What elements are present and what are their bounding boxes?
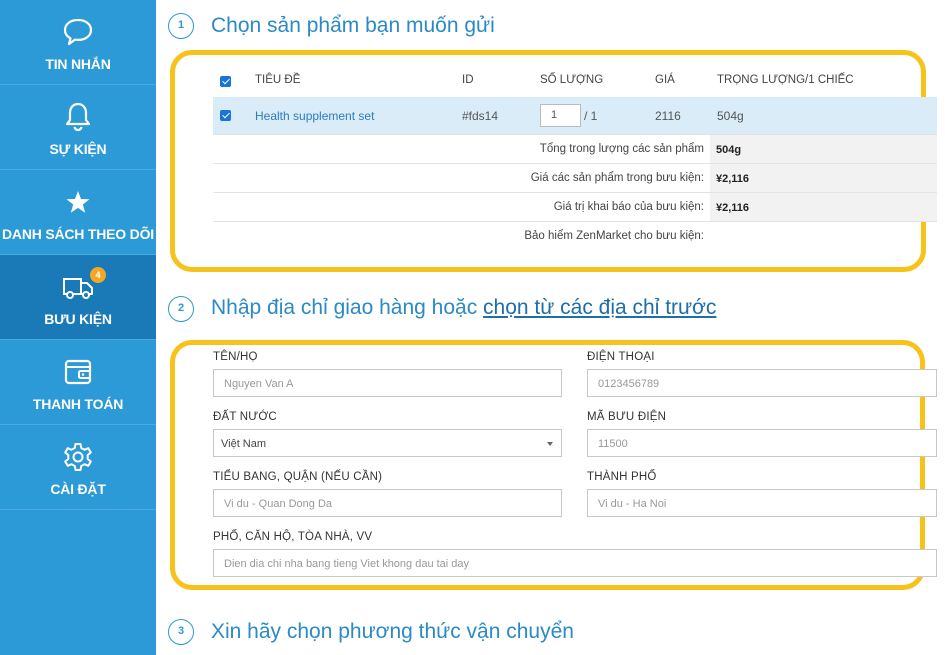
sidebar-item-label: CÀI ĐẶT [50, 481, 106, 497]
step-title-text: Nhập địa chỉ giao hàng hoặc [211, 296, 484, 319]
star-icon [66, 191, 90, 213]
sidebar-item-label: BƯU KIỆN [44, 311, 112, 327]
summary-row: Giá các sản phẩm trong bưu kiện: ¥2,116 [213, 163, 937, 192]
sidebar-item-label: THANH TOÁN [32, 396, 124, 412]
city-input[interactable]: Vi du - Ha Noi [587, 489, 937, 517]
summary-label: Giá các sản phẩm trong bưu kiện: [530, 172, 704, 184]
col-id: ID [462, 74, 474, 86]
row-checkbox[interactable] [220, 110, 231, 121]
sidebar-item-payment[interactable]: THANH TOÁN [0, 340, 156, 425]
select-all-checkbox[interactable] [220, 76, 231, 87]
street-input[interactable]: Dien dia chi nha bang tieng Viet khong d… [213, 549, 937, 577]
wallet-icon [64, 359, 92, 385]
parcel-count-badge: 4 [90, 267, 106, 283]
product-id: #fds14 [462, 109, 499, 123]
summary-value: ¥2,116 [710, 193, 937, 221]
previous-addresses-link[interactable]: chọn từ các địa chỉ trước [483, 296, 716, 319]
sidebar: TIN NHẮN SỰ KIỆN DANH SÁCH THEO DÕI 4 BƯ… [0, 0, 156, 655]
sidebar-item-label: DANH SÁCH THEO DÕI [2, 226, 154, 242]
postal-label: MÃ BƯU ĐIỆN [587, 411, 667, 423]
sidebar-item-label: SỰ KIỆN [49, 141, 107, 157]
product-weight: 504g [717, 109, 744, 123]
col-title: TIÊU ĐỀ [255, 74, 301, 86]
step-number: 3 [168, 619, 194, 645]
sidebar-item-watchlist[interactable]: DANH SÁCH THEO DÕI [0, 170, 156, 255]
bell-icon [65, 102, 91, 132]
summary-label: Giá trị khai báo của bưu kiện: [553, 201, 704, 213]
sidebar-item-settings[interactable]: CÀI ĐẶT [0, 425, 156, 510]
product-title-link[interactable]: Health supplement set [255, 109, 374, 123]
postal-input[interactable]: 11500 [587, 429, 937, 457]
name-label: TÊN/HỌ [213, 351, 258, 363]
state-input[interactable]: Vi du - Quan Dong Da [213, 489, 562, 517]
step-title: Xin hãy chọn phương thức vận chuyển [211, 620, 574, 643]
products-table-header: TIÊU ĐỀ ID SỐ LƯỢNG GIÁ TRỌNG LƯỢNG/1 CH… [213, 68, 937, 96]
summary-value: 504g [710, 135, 937, 163]
step-number: 2 [168, 296, 194, 322]
step-title: Nhập địa chỉ giao hàng hoặc chọn từ các … [211, 296, 716, 320]
chat-bubble-icon [63, 18, 93, 46]
summary-row: Giá trị khai báo của bưu kiện: ¥2,116 [213, 192, 937, 221]
product-price: 2116 [655, 109, 681, 123]
country-value: Việt Nam [221, 438, 267, 450]
col-price: GIÁ [655, 74, 675, 86]
gear-icon [64, 443, 92, 471]
sidebar-item-events[interactable]: SỰ KIỆN [0, 85, 156, 170]
summary-label: Bảo hiểm ZenMarket cho bưu kiện: [524, 230, 704, 242]
quantity-input[interactable]: 1 [540, 104, 581, 127]
summary-row: Bảo hiểm ZenMarket cho bưu kiện: [213, 221, 937, 250]
summary-row: Tổng trong lượng các sản phẩm 504g [213, 134, 937, 163]
quantity-max: / 1 [584, 109, 598, 123]
country-label: ĐẤT NƯỚC [213, 411, 277, 423]
phone-input[interactable]: 0123456789 [587, 369, 937, 397]
sidebar-item-label: TIN NHẮN [45, 56, 111, 72]
sidebar-item-messages[interactable]: TIN NHẮN [0, 0, 156, 85]
name-input[interactable]: Nguyen Van A [213, 369, 562, 397]
sidebar-item-parcels[interactable]: 4 BƯU KIỆN [0, 255, 156, 340]
city-label: THÀNH PHỐ [587, 471, 657, 483]
summary-label: Tổng trong lượng các sản phẩm [539, 143, 704, 155]
state-label: TIỂU BANG, QUẬN (NẾU CẦN) [213, 471, 383, 483]
col-quantity: SỐ LƯỢNG [540, 74, 604, 86]
summary-value: ¥2,116 [710, 164, 937, 192]
street-label: PHỐ, CĂN HỘ, TÒA NHÀ, VV [213, 531, 373, 543]
country-select[interactable]: Việt Nam [213, 429, 562, 457]
table-row: Health supplement set #fds14 1 / 1 2116 … [213, 97, 937, 134]
step-title: Chọn sản phẩm bạn muốn gửi [211, 14, 495, 37]
col-weight: TRỌNG LƯỢNG/1 CHIẾC [717, 74, 854, 86]
step-number: 1 [168, 13, 194, 39]
phone-label: ĐIỆN THOẠI [587, 351, 655, 363]
chevron-down-icon [547, 442, 553, 446]
